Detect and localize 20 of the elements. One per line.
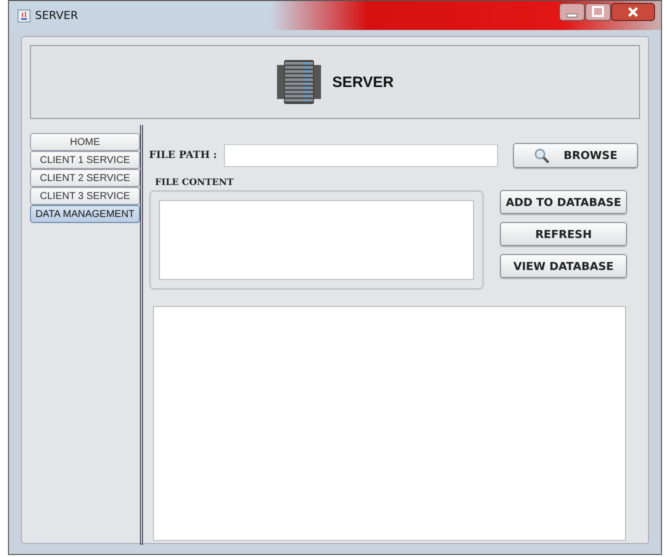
server-rack-icon: [276, 59, 322, 105]
sidebar-tab[interactable]: CLIENT 3 SERVICE: [30, 187, 140, 205]
close-button[interactable]: [611, 2, 655, 20]
file-path-label: FILE PATH :: [149, 150, 217, 161]
refresh-button[interactable]: REFRESH: [500, 222, 627, 246]
search-icon: [534, 148, 550, 164]
add-to-database-button[interactable]: ADD TO DATABASE: [500, 190, 627, 214]
java-app-icon: [17, 8, 31, 22]
file-content-label: FILE CONTENT: [155, 178, 235, 188]
minimize-button[interactable]: [559, 2, 585, 20]
sidebar-tab[interactable]: DATA MANAGEMENT: [30, 205, 140, 223]
browse-button[interactable]: BROWSE: [512, 143, 638, 168]
sidebar-tab[interactable]: CLIENT 2 SERVICE: [30, 169, 140, 187]
file-path-field[interactable]: [224, 144, 498, 167]
maximize-button[interactable]: [585, 2, 611, 20]
sidebar-tab[interactable]: HOME: [30, 133, 140, 151]
header-title: SERVER: [332, 74, 394, 90]
view-database-button[interactable]: VIEW DATABASE: [500, 254, 627, 278]
window-title: SERVER: [35, 9, 78, 22]
sidebar-tab[interactable]: CLIENT 1 SERVICE: [30, 151, 140, 169]
